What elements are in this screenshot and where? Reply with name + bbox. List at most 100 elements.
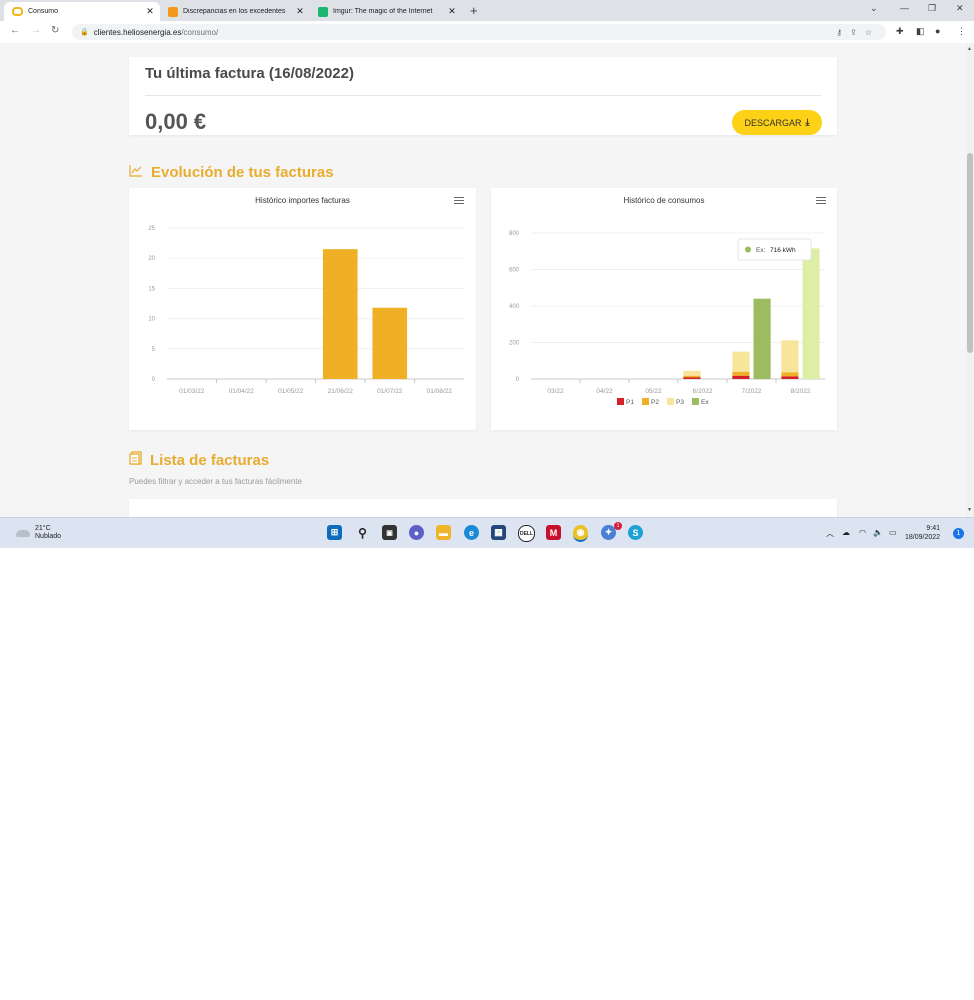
minimize-icon[interactable]: — — [900, 3, 909, 13]
download-label: DESCARGAR — [744, 117, 802, 128]
cloud-icon — [16, 529, 30, 537]
reload-icon[interactable]: ↻ — [51, 25, 59, 36]
close-tab-icon[interactable]: ✕ — [294, 6, 306, 17]
forum-favicon — [168, 6, 178, 17]
bar-ex — [753, 298, 771, 379]
close-tab-icon[interactable]: ✕ — [144, 6, 156, 17]
screenshot: Consumo ✕ Discrepancias en los excedente… — [0, 0, 974, 548]
tab-imgur[interactable]: Imgur: The magic of the Internet ✕ — [310, 2, 462, 21]
line-chart-icon — [129, 164, 143, 181]
x-tick-label: 01/05/22 — [278, 388, 304, 395]
legend-label: P2 — [651, 399, 659, 406]
scroll-up-icon[interactable]: ▲ — [967, 46, 972, 52]
x-tick-label: 04/22 — [596, 388, 613, 395]
bookmark-star-icon[interactable]: ☆ — [865, 28, 880, 37]
invoice-list-subtitle: Puedes filtrar y acceder a tus facturas … — [129, 477, 302, 486]
download-icon: ⤓ — [805, 117, 810, 127]
tab-search-icon[interactable]: ⌄ — [870, 3, 878, 14]
close-tab-icon[interactable]: ✕ — [446, 6, 458, 17]
chat-icon[interactable]: ● — [409, 525, 424, 540]
bar — [372, 307, 408, 379]
windows-start-icon[interactable]: ⊞ — [327, 525, 342, 540]
extensions-puzzle-icon[interactable]: ✚ — [896, 26, 904, 37]
close-window-icon[interactable]: ✕ — [956, 3, 964, 14]
restore-icon[interactable]: ❐ — [928, 3, 936, 14]
tab-discrepancias[interactable]: Discrepancias en los excedentes ✕ — [160, 2, 310, 21]
scroll-down-icon[interactable]: ▼ — [967, 507, 972, 513]
scrollbar-thumb[interactable] — [967, 153, 973, 353]
document-icon — [129, 451, 142, 469]
legend-label: Ex — [701, 399, 709, 406]
url-path: /consumo/ — [181, 27, 219, 37]
volume-icon[interactable]: 🔈 — [873, 528, 883, 537]
x-tick-label: 8/2022 — [791, 388, 811, 395]
battery-icon[interactable]: ▭ — [889, 528, 897, 537]
browser-tab-strip: Consumo ✕ Discrepancias en los excedente… — [0, 0, 974, 21]
edge-icon[interactable]: e — [464, 525, 479, 540]
share-icon[interactable]: ⇪ — [850, 28, 865, 37]
clock-time: 9:41 — [926, 525, 941, 532]
tooltip-marker — [745, 246, 751, 253]
last-invoice-card: Tu última factura (16/08/2022) 0,00 € DE… — [129, 57, 837, 135]
file-explorer-icon[interactable]: ▬ — [436, 525, 451, 540]
app-notification-badge: 1 — [614, 522, 622, 530]
tab-title: Imgur: The magic of the Internet — [333, 8, 433, 15]
show-hidden-icons[interactable]: ︿ — [826, 528, 834, 539]
bar-p3 — [781, 340, 799, 373]
back-icon[interactable]: ← — [10, 25, 20, 36]
task-view-icon[interactable]: ▣ — [382, 525, 397, 540]
key-icon[interactable]: ⚷ — [836, 28, 850, 37]
bar-p1 — [781, 376, 799, 379]
tab-title: Discrepancias en los excedentes — [183, 8, 286, 15]
store-icon[interactable]: ▦ — [491, 525, 506, 540]
y-tick-label: 400 — [509, 304, 520, 310]
forward-icon[interactable]: → — [31, 25, 41, 36]
imgur-favicon — [318, 6, 328, 17]
skype-icon[interactable]: S — [628, 525, 643, 540]
mcafee-icon[interactable]: M — [546, 525, 561, 540]
tab-consumo[interactable]: Consumo ✕ — [4, 2, 160, 21]
more-menu-icon[interactable]: ⋮ — [957, 26, 966, 37]
download-button[interactable]: DESCARGAR ⤓ — [732, 110, 822, 135]
clock-date: 18/09/2022 — [905, 534, 941, 541]
system-clock[interactable]: 9:41 18/09/2022 — [905, 524, 940, 542]
evolution-title-text: Evolución de tus facturas — [151, 164, 334, 181]
page-scrollbar[interactable]: ▲ ▼ — [966, 43, 974, 517]
y-tick-label: 25 — [148, 226, 155, 232]
address-bar[interactable]: 🔒 clientes.heliosenergia.es/consumo/ ⚷⇪☆ — [72, 24, 886, 40]
profile-avatar-icon[interactable]: ● — [935, 26, 940, 36]
chrome-icon[interactable]: ◉ — [573, 525, 588, 542]
side-panel-icon[interactable]: ◧ — [916, 26, 925, 37]
y-tick-label: 20 — [148, 256, 155, 262]
y-tick-label: 200 — [509, 341, 520, 347]
windows-taskbar: 21°C Nublado ⊞ ⚲ ▣ ● ▬ e ▦ DELL M ◉ ✦ 1 S… — [0, 517, 974, 548]
invoice-amounts-chart-card: Histórico importes facturas 0 5 10 15 20 25 01… — [129, 188, 476, 430]
invoice-list-section-title: Lista de facturas — [129, 451, 269, 469]
dell-icon[interactable]: DELL — [518, 525, 535, 542]
consumption-chart: 0 200 400 600 800 03/22 04/22 05/22 6/2022 7/2022… — [509, 231, 825, 406]
evolution-section-title: Evolución de tus facturas — [129, 164, 334, 181]
invoice-amounts-chart: 0 5 10 15 20 25 01/03/22 01/04/22 01/05/22 21/06/… — [148, 226, 464, 395]
onedrive-cloud-icon[interactable]: ☁ — [842, 528, 850, 537]
weather-widget[interactable]: 21°C Nublado — [16, 525, 61, 541]
y-tick-label: 0 — [152, 377, 156, 383]
tab-title: Consumo — [28, 8, 58, 15]
tooltip-series: Ex: — [756, 247, 766, 254]
x-tick-label: 01/07/22 — [377, 388, 403, 395]
divider — [145, 95, 821, 96]
wifi-icon[interactable]: ◠ — [859, 528, 866, 537]
bar-p2 — [732, 371, 750, 376]
x-tick-label: 01/03/22 — [179, 388, 205, 395]
bar-ex — [802, 248, 820, 379]
legend-label: P3 — [676, 399, 684, 406]
page-content: Tu última factura (16/08/2022) 0,00 € DE… — [0, 43, 966, 517]
search-icon[interactable]: ⚲ — [355, 525, 370, 540]
consumption-chart-card: Histórico de consumos 0 200 400 600 800 03/22… — [491, 188, 837, 430]
bar-p2 — [683, 375, 701, 378]
new-tab-icon[interactable]: + — [470, 3, 478, 18]
x-tick-label: 7/2022 — [742, 388, 762, 395]
url-host: clientes.heliosenergia.es — [93, 27, 182, 37]
legend-label: P1 — [626, 399, 634, 406]
notification-count-badge[interactable]: 1 — [953, 528, 964, 539]
invoice-amount: 0,00 € — [145, 109, 207, 134]
